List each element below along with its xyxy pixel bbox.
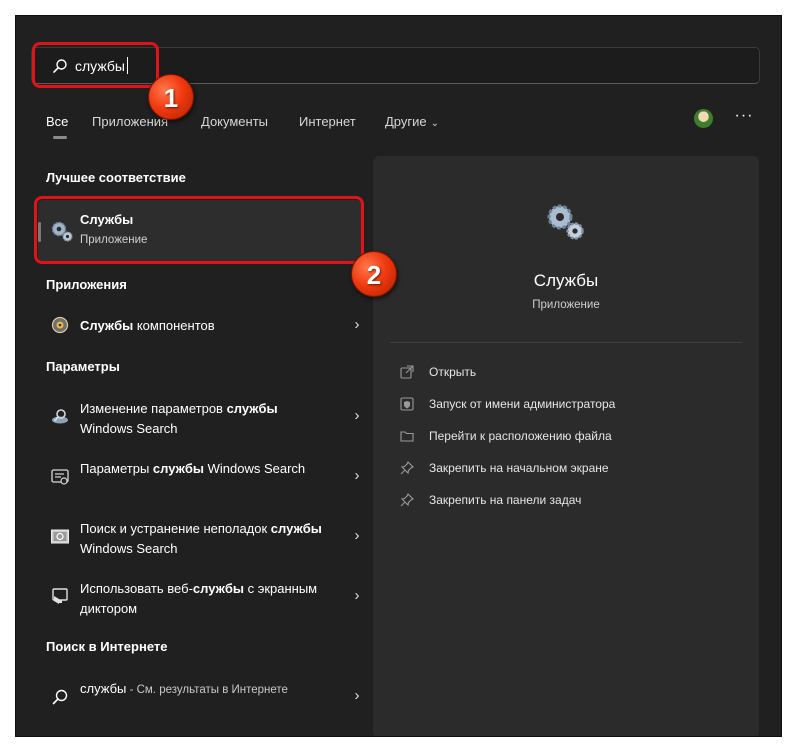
match-rest: компонентов — [133, 318, 215, 333]
troubleshoot-icon — [51, 529, 69, 544]
list-item[interactable]: Изменение параметров службы Windows Sear… — [38, 397, 362, 437]
web-suffix: - См. результаты в Интернете — [126, 684, 288, 696]
web-query: службы — [80, 681, 127, 696]
tab-all[interactable]: Все — [46, 114, 68, 129]
action-open-file-location[interactable]: Перейти к расположению файла — [400, 427, 730, 447]
detail-subtitle: Приложение — [532, 299, 600, 311]
action-label: Запуск от имени администратора — [429, 397, 616, 411]
match-bold: Службы — [80, 318, 134, 333]
search-settings-icon — [52, 409, 68, 424]
chevron-right-icon: › — [354, 527, 360, 544]
chevron-down-icon: ⌄ — [430, 118, 440, 129]
settings-heading: Параметры — [46, 359, 120, 374]
divider — [390, 342, 742, 343]
tab-documents[interactable]: Документы — [201, 114, 268, 129]
list-item-label: Поиск и устранение неполадок службы Wind… — [80, 519, 325, 559]
chevron-right-icon: › — [354, 467, 360, 484]
label-part: Параметры — [80, 461, 153, 476]
more-options-button[interactable]: ··· — [732, 108, 756, 127]
label-part: Использовать веб- — [80, 581, 193, 596]
list-item-label: Службы компонентов — [80, 316, 325, 336]
chevron-right-icon: › — [354, 587, 360, 604]
component-services-icon — [51, 316, 69, 334]
list-item[interactable]: Поиск и устранение неполадок службы Wind… — [38, 517, 362, 557]
search-panel: службы Все Приложения Документы Интернет… — [15, 15, 782, 737]
highlight-search-box — [32, 42, 159, 88]
services-gear-icon — [547, 204, 584, 240]
label-part: Windows Search — [80, 541, 178, 556]
match-bold: службы — [270, 521, 322, 536]
list-item[interactable]: Использовать веб-службы с экранным дикто… — [38, 577, 362, 617]
open-icon — [400, 365, 414, 379]
list-item-label: Изменение параметров службы Windows Sear… — [80, 399, 325, 439]
user-avatar[interactable] — [694, 109, 713, 128]
label-part: Windows Search — [80, 421, 178, 436]
tab-other-label: Другие — [385, 114, 427, 129]
step-badge-1: 1 — [148, 74, 194, 120]
active-tab-indicator — [53, 136, 67, 139]
action-label: Закрепить на панели задач — [429, 493, 582, 507]
action-pin-start[interactable]: Закрепить на начальном экране — [400, 459, 730, 479]
action-label: Открыть — [429, 365, 477, 379]
tab-other[interactable]: Другие ⌄ — [385, 114, 439, 129]
label-part: Windows Search — [203, 461, 306, 476]
web-search-item[interactable]: службы - См. результаты в Интернете › — [38, 677, 362, 717]
action-label: Закрепить на начальном экране — [429, 461, 609, 475]
match-bold: службы — [192, 581, 244, 596]
tab-apps[interactable]: Приложения — [92, 114, 168, 129]
action-run-as-admin[interactable]: Запуск от имени администратора — [400, 395, 730, 415]
list-item[interactable]: Службы компонентов › — [38, 308, 362, 348]
step-badge-2: 2 — [351, 251, 397, 297]
best-match-heading: Лучшее соответствие — [46, 170, 186, 185]
match-bold: службы — [152, 461, 204, 476]
list-item-label: Использовать веб-службы с экранным дикто… — [80, 579, 325, 619]
detail-pane: Службы Приложение Открыть Запуск от имен… — [373, 156, 759, 736]
list-item-label: Параметры службы Windows Search — [80, 459, 325, 479]
action-open[interactable]: Открыть — [400, 363, 730, 383]
search-icon — [52, 689, 68, 705]
web-search-heading: Поиск в Интернете — [46, 639, 168, 654]
chevron-right-icon: › — [354, 687, 360, 704]
action-pin-taskbar[interactable]: Закрепить на панели задач — [400, 491, 730, 511]
match-bold: службы — [226, 401, 278, 416]
label-part: Изменение параметров — [80, 401, 227, 416]
list-item-label: службы - См. результаты в Интернете — [80, 679, 325, 700]
pin-icon — [400, 461, 414, 475]
narrator-icon — [52, 588, 68, 604]
detail-title: Службы — [533, 271, 599, 290]
apps-heading: Приложения — [46, 277, 127, 292]
label-part: Поиск и устранение неполадок — [80, 521, 271, 536]
tab-internet[interactable]: Интернет — [299, 114, 356, 129]
pin-icon — [400, 493, 414, 507]
chevron-right-icon: › — [354, 316, 360, 333]
list-item[interactable]: Параметры службы Windows Search › — [38, 457, 362, 497]
highlight-best-match — [34, 196, 364, 264]
settings-window-icon — [51, 469, 69, 485]
admin-shield-icon — [400, 397, 414, 411]
folder-icon — [400, 431, 414, 442]
chevron-right-icon: › — [354, 407, 360, 424]
action-label: Перейти к расположению файла — [429, 429, 612, 443]
